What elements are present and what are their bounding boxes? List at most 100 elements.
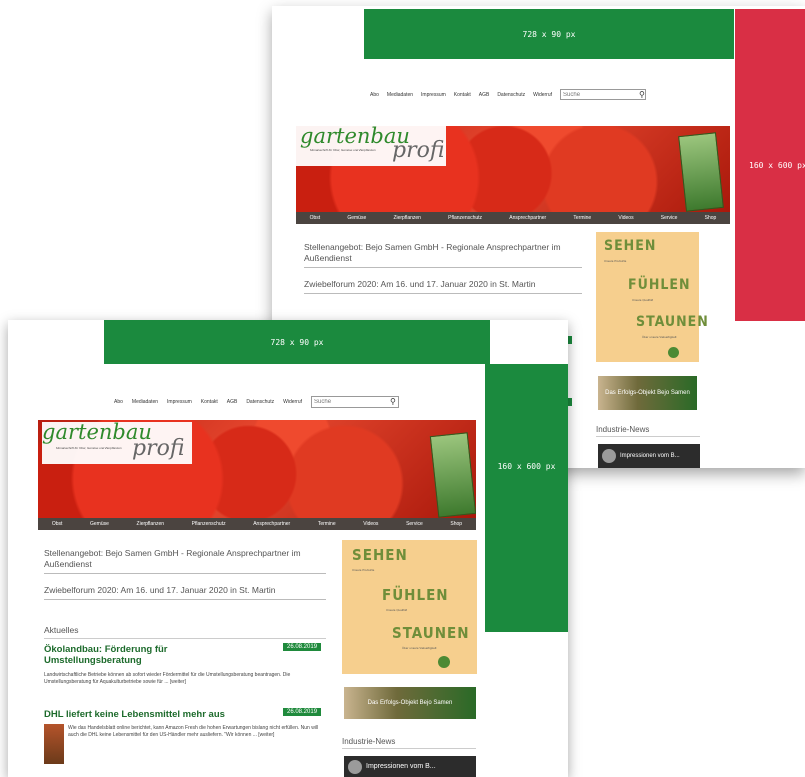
nav-impressum-front[interactable]: Impressum <box>167 399 192 405</box>
logo-word-profi: profi <box>392 138 445 163</box>
article-link-zwiebelforum[interactable]: Zwiebelforum 2020: Am 16. und 17. Januar… <box>304 279 582 294</box>
industrie-news-heading: Industrie-News <box>596 425 700 437</box>
menu-zierpflanzen[interactable]: Zierpflanzen <box>393 215 421 221</box>
logo-tagline-front: Monatsschrift für Obst, Gemüse und Zierp… <box>56 446 122 450</box>
search-icon-front[interactable]: ⚲ <box>390 397 396 407</box>
skyscraper-ad-front[interactable]: 160 x 600 px <box>485 364 568 632</box>
nav-datenschutz[interactable]: Datenschutz <box>497 92 525 98</box>
promo-sub-produkte: Unsere Produkte <box>604 259 627 263</box>
menu-pflanzenschutz[interactable]: Pflanzenschutz <box>448 215 482 221</box>
menu-obst-front[interactable]: Obst <box>52 521 63 527</box>
promo-staunen-front: STAUNEN <box>392 624 470 642</box>
leaderboard-ad-front-label: 728 x 90 px <box>270 337 324 347</box>
news-title-oekolandbau[interactable]: Ökolandbau: Förderung für Umstellungsber… <box>44 644 244 666</box>
menu-gemuese[interactable]: Gemüse <box>347 215 366 221</box>
video-title-front: Impressionen vom B... <box>366 763 436 770</box>
promo-ad[interactable]: SEHEN Unsere Produkte FÜHLEN Unsere Qual… <box>596 232 708 362</box>
news-title-dhl[interactable]: DHL liefert keine Lebensmittel mehr aus <box>44 709 274 720</box>
magazine-cover-image <box>678 132 724 212</box>
bejo-banner-text: Das Erfolgs-Objekt Bejo Samen <box>605 390 690 396</box>
menu-shop-front[interactable]: Shop <box>450 521 462 527</box>
promo-ad-front[interactable]: SEHEN Unsere Produkte FÜHLEN Unsere Qual… <box>342 540 477 674</box>
article-link-stellenangebot-front[interactable]: Stellenangebot: Bejo Samen GmbH - Region… <box>44 548 326 574</box>
promo-fuehlen: FÜHLEN <box>628 277 691 293</box>
skyscraper-ad-label: 160 x 600 px <box>749 160 805 170</box>
menu-videos[interactable]: Videos <box>618 215 633 221</box>
site-logo[interactable]: gartenbau profi Monatsschrift für Obst, … <box>296 126 446 166</box>
menu-obst[interactable]: Obst <box>310 215 321 221</box>
logo-word-profi-front: profi <box>132 436 185 461</box>
bejo-banner-text-front: Das Erfolgs-Objekt Bejo Samen <box>367 700 453 706</box>
leaderboard-ad-front[interactable]: 728 x 90 px <box>104 320 490 364</box>
menu-shop[interactable]: Shop <box>705 215 717 221</box>
nav-abo-front[interactable]: Abo <box>114 399 123 405</box>
nav-widerruf[interactable]: Widerruf <box>533 92 552 98</box>
promo-sub-vielseitigkeit: Über unsere Vielseitigkeit <box>642 335 677 339</box>
menu-service-front[interactable]: Service <box>406 521 423 527</box>
leaderboard-ad-label: 728 x 90 px <box>522 29 576 39</box>
nav-abo[interactable]: Abo <box>370 92 379 98</box>
menu-termine[interactable]: Termine <box>573 215 591 221</box>
promo-sub-vielseitigkeit-front: Über unsere Vielseitigkeit <box>402 646 437 650</box>
aktuelles-heading: Aktuelles <box>44 625 326 639</box>
nav-agb[interactable]: AGB <box>479 92 490 98</box>
menu-service[interactable]: Service <box>661 215 678 221</box>
promo-fuehlen-front: FÜHLEN <box>382 586 449 604</box>
promo-sehen: SEHEN <box>604 238 657 254</box>
article-link-zwiebelforum-front[interactable]: Zwiebelforum 2020: Am 16. und 17. Januar… <box>44 585 326 600</box>
article-link-stellenangebot[interactable]: Stellenangebot: Bejo Samen GmbH - Region… <box>304 242 582 268</box>
promo-sub-qualitaet-front: Unsere Qualität <box>386 608 408 612</box>
nav-kontakt[interactable]: Kontakt <box>454 92 471 98</box>
promo-sub-qualitaet: Unsere Qualität <box>632 298 654 302</box>
news-date-badge-2: 26.08.2019 <box>283 708 322 716</box>
video-channel-icon <box>602 449 616 463</box>
menu-termine-front[interactable]: Termine <box>318 521 336 527</box>
search-input[interactable] <box>561 91 640 98</box>
header-banner-front: gartenbau profi Monatsschrift für Obst, … <box>38 420 476 518</box>
video-title: Impressionen vom B... <box>620 453 680 459</box>
nav-datenschutz-front[interactable]: Datenschutz <box>246 399 274 405</box>
news-excerpt-oekolandbau: Landwirtschaftliche Betriebe können ab s… <box>44 672 291 685</box>
news-excerpt-dhl: Wie das Handelsblatt online berichtet, k… <box>68 725 319 738</box>
skyscraper-ad[interactable]: 160 x 600 px <box>735 9 805 321</box>
bejo-banner-ad[interactable]: Das Erfolgs-Objekt Bejo Samen <box>598 376 697 410</box>
industrie-news-heading-front: Industrie-News <box>342 737 476 749</box>
nav-mediadaten-front[interactable]: Mediadaten <box>132 399 158 405</box>
screenshot-front: 728 x 90 px 160 x 600 px Abo Mediadaten … <box>8 320 568 777</box>
menu-gemuese-front[interactable]: Gemüse <box>90 521 109 527</box>
menu-ansprechpartner[interactable]: Ansprechpartner <box>509 215 546 221</box>
main-menu-front: Obst Gemüse Zierpflanzen Pflanzenschutz … <box>38 518 476 530</box>
video-thumbnail-front[interactable]: Impressionen vom B... <box>344 756 476 777</box>
logo-tagline: Monatsschrift für Obst, Gemüse und Zierp… <box>310 148 376 152</box>
search-box: ⚲ <box>560 89 647 100</box>
header-banner: gartenbau profi Monatsschrift für Obst, … <box>296 126 730 212</box>
nav-agb-front[interactable]: AGB <box>227 399 238 405</box>
menu-ansprechpartner-front[interactable]: Ansprechpartner <box>253 521 290 527</box>
top-nav: Abo Mediadaten Impressum Kontakt AGB Dat… <box>370 89 647 100</box>
bejo-banner-ad-front[interactable]: Das Erfolgs-Objekt Bejo Samen <box>344 687 476 719</box>
news-thumbnail-dhl[interactable] <box>44 724 64 764</box>
nav-impressum[interactable]: Impressum <box>421 92 446 98</box>
nav-kontakt-front[interactable]: Kontakt <box>201 399 218 405</box>
search-icon[interactable]: ⚲ <box>639 90 645 100</box>
nav-mediadaten[interactable]: Mediadaten <box>387 92 413 98</box>
video-thumbnail[interactable]: Impressionen vom B... <box>598 444 700 468</box>
main-menu: Obst Gemüse Zierpflanzen Pflanzenschutz … <box>296 212 730 224</box>
menu-videos-front[interactable]: Videos <box>363 521 378 527</box>
nav-widerruf-front[interactable]: Widerruf <box>283 399 302 405</box>
promo-staunen: STAUNEN <box>636 314 709 330</box>
promo-seal-icon <box>668 347 679 358</box>
menu-zierpflanzen-front[interactable]: Zierpflanzen <box>137 521 165 527</box>
skyscraper-ad-front-label: 160 x 600 px <box>497 462 556 471</box>
menu-pflanzenschutz-front[interactable]: Pflanzenschutz <box>192 521 226 527</box>
search-box-front: ⚲ <box>311 396 400 408</box>
promo-sub-produkte-front: Unsere Produkte <box>352 568 375 572</box>
site-logo-front[interactable]: gartenbau profi Monatsschrift für Obst, … <box>42 420 192 464</box>
promo-seal-icon-front <box>438 656 450 668</box>
leaderboard-ad[interactable]: 728 x 90 px <box>364 9 734 59</box>
news-date-badge-1: 26.08.2019 <box>283 643 322 651</box>
promo-sehen-front: SEHEN <box>352 546 408 564</box>
top-nav-front: Abo Mediadaten Impressum Kontakt AGB Dat… <box>114 396 400 408</box>
magazine-cover-image-front <box>429 432 476 518</box>
search-input-front[interactable] <box>312 399 391 405</box>
